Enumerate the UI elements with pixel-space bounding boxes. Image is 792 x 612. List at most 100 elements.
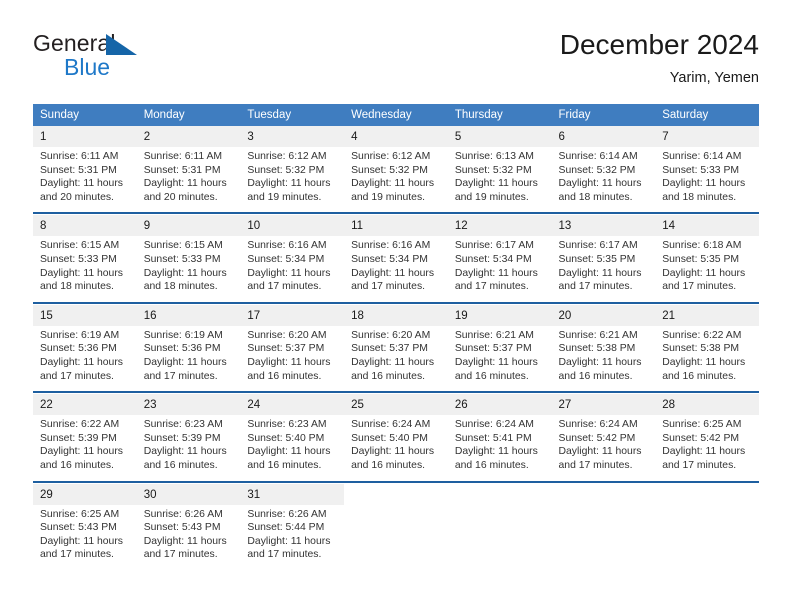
day-number-cell[interactable]: 26 <box>447 394 552 416</box>
daylight-text-line2: and 18 minutes. <box>662 191 737 203</box>
day-detail-cell: Sunrise: 6:25 AM Sunset: 5:42 PM Daylight:… <box>655 415 759 481</box>
sunrise-text: Sunrise: 6:21 AM <box>558 329 638 341</box>
day-detail-cell: Sunrise: 6:12 AM Sunset: 5:32 PM Daylight:… <box>240 147 344 213</box>
title-block: December 2024 Yarim, Yemen <box>560 28 759 88</box>
day-number-cell[interactable]: 15 <box>33 304 137 326</box>
sunset-text: Sunset: 5:38 PM <box>558 343 636 355</box>
day-detail-cell: Sunrise: 6:12 AM Sunset: 5:32 PM Daylight:… <box>344 147 448 213</box>
sunrise-text: Sunrise: 6:24 AM <box>351 419 431 431</box>
day-detail-cell: Sunrise: 6:22 AM Sunset: 5:39 PM Daylight:… <box>33 415 137 481</box>
sunrise-text: Sunrise: 6:17 AM <box>454 240 534 252</box>
daylight-text-line1: Daylight: 11 hours <box>143 178 227 190</box>
daylight-text-line2: and 16 minutes. <box>40 459 114 471</box>
day-number-cell[interactable]: 3 <box>240 126 345 147</box>
day-number-cell[interactable]: 13 <box>551 215 656 237</box>
daylight-text-line1: Daylight: 11 hours <box>351 267 435 279</box>
calendar-page: General Blue December 2024 Yarim, Yemen … <box>0 0 792 612</box>
sunset-text: Sunset: 5:37 PM <box>351 343 428 355</box>
sunset-text: Sunset: 5:42 PM <box>662 432 740 444</box>
day-number-cell[interactable]: 31 <box>240 483 345 505</box>
day-number-cell[interactable]: 7 <box>655 126 759 147</box>
daylight-text-line1: Daylight: 11 hours <box>558 446 642 458</box>
day-detail-empty <box>447 504 552 571</box>
day-number-cell[interactable]: 18 <box>344 304 448 326</box>
sunrise-text: Sunrise: 6:16 AM <box>351 240 431 252</box>
sunrise-text: Sunrise: 6:25 AM <box>40 508 120 520</box>
daylight-text-line2: and 17 minutes. <box>662 459 737 471</box>
daylight-text-line2: and 16 minutes. <box>454 459 529 471</box>
day-number-cell[interactable]: 29 <box>33 483 137 505</box>
day-number-cell[interactable]: 11 <box>344 215 448 237</box>
weekday-header-monday: Monday <box>136 104 241 126</box>
weekday-header-thursday: Thursday <box>447 104 552 126</box>
day-detail-cell: Sunrise: 6:24 AM Sunset: 5:41 PM Daylight:… <box>448 415 552 481</box>
day-number-cell[interactable]: 1 <box>33 126 137 147</box>
day-number-cell[interactable]: 20 <box>551 304 656 326</box>
sunset-text: Sunset: 5:32 PM <box>454 164 532 176</box>
daylight-text-line1: Daylight: 11 hours <box>351 446 435 458</box>
day-number-cell[interactable]: 30 <box>136 483 241 505</box>
daylight-text-line2: and 17 minutes. <box>351 281 426 293</box>
daylight-text-line2: and 18 minutes. <box>143 281 218 293</box>
sunset-text: Sunset: 5:37 PM <box>247 343 325 355</box>
daylight-text-line1: Daylight: 11 hours <box>558 356 642 368</box>
day-number-cell[interactable]: 2 <box>136 126 241 147</box>
sunrise-text: Sunrise: 6:21 AM <box>454 329 534 341</box>
daylight-text-line2: and 17 minutes. <box>143 549 218 561</box>
day-number-cell[interactable]: 9 <box>136 215 241 237</box>
daylight-text-line2: and 19 minutes. <box>351 191 426 203</box>
sunrise-text: Sunrise: 6:18 AM <box>662 240 742 252</box>
daylight-text-line1: Daylight: 11 hours <box>247 356 331 368</box>
daylight-text-line2: and 18 minutes. <box>40 281 114 293</box>
day-number-cell[interactable]: 21 <box>655 304 759 326</box>
blue-triangle-icon <box>106 34 137 55</box>
day-detail-empty <box>551 504 656 571</box>
day-number-cell[interactable]: 14 <box>655 215 759 237</box>
day-detail-cell: Sunrise: 6:25 AM Sunset: 5:43 PM Daylight:… <box>33 505 137 571</box>
daylight-text-line1: Daylight: 11 hours <box>454 267 538 279</box>
sunrise-text: Sunrise: 6:19 AM <box>40 329 120 341</box>
sunrise-text: Sunrise: 6:14 AM <box>662 151 742 162</box>
day-detail-empty <box>655 504 759 571</box>
sunset-text: Sunset: 5:40 PM <box>247 432 325 444</box>
sunrise-text: Sunrise: 6:19 AM <box>143 329 223 341</box>
day-number-cell[interactable]: 24 <box>240 394 345 416</box>
day-number-cell[interactable]: 23 <box>136 394 241 416</box>
daylight-text-line1: Daylight: 11 hours <box>40 535 123 547</box>
day-number-cell[interactable]: 17 <box>240 304 345 326</box>
day-number-cell[interactable]: 8 <box>33 215 137 237</box>
day-number-cell[interactable]: 10 <box>240 215 345 237</box>
daylight-text-line2: and 17 minutes. <box>558 459 633 471</box>
day-detail-cell: Sunrise: 6:21 AM Sunset: 5:37 PM Daylight:… <box>448 326 552 392</box>
day-number-cell[interactable]: 12 <box>447 215 552 237</box>
calendar-body: 1 2 3 4 5 6 7 Sunrise: 6:11 AM Sunset: 5:31 PM Da… <box>33 126 759 571</box>
day-detail-cell: Sunrise: 6:16 AM Sunset: 5:34 PM Daylight:… <box>240 236 344 302</box>
sunset-text: Sunset: 5:42 PM <box>558 432 636 444</box>
daylight-text-line2: and 16 minutes. <box>351 370 426 382</box>
day-number-cell[interactable]: 4 <box>344 126 448 147</box>
weekday-header-saturday: Saturday <box>655 104 759 126</box>
day-number-cell[interactable]: 28 <box>655 394 759 416</box>
general-blue-logo[interactable]: General Blue <box>33 28 233 86</box>
sunrise-text: Sunrise: 6:17 AM <box>558 240 638 252</box>
sunset-text: Sunset: 5:41 PM <box>454 432 532 444</box>
day-detail-cell: Sunrise: 6:20 AM Sunset: 5:37 PM Daylight:… <box>240 326 344 392</box>
daylight-text-line1: Daylight: 11 hours <box>143 356 227 368</box>
day-number-cell[interactable]: 27 <box>551 394 656 416</box>
daylight-text-line2: and 16 minutes. <box>454 370 529 382</box>
day-detail-cell: Sunrise: 6:23 AM Sunset: 5:40 PM Daylight:… <box>240 415 344 481</box>
day-detail-cell: Sunrise: 6:19 AM Sunset: 5:36 PM Daylight:… <box>33 326 137 392</box>
day-number-cell[interactable]: 25 <box>344 394 448 416</box>
day-detail-cell: Sunrise: 6:16 AM Sunset: 5:34 PM Daylight:… <box>344 236 448 302</box>
day-number-cell[interactable]: 6 <box>551 126 656 147</box>
day-detail-cell: Sunrise: 6:15 AM Sunset: 5:33 PM Daylight:… <box>137 236 241 302</box>
day-detail-cell: Sunrise: 6:14 AM Sunset: 5:32 PM Daylight:… <box>552 147 656 213</box>
day-number-cell[interactable]: 5 <box>447 126 552 147</box>
day-number-cell[interactable]: 22 <box>33 394 137 416</box>
day-number-cell[interactable]: 16 <box>136 304 241 326</box>
day-number-empty <box>655 483 759 505</box>
day-number-cell[interactable]: 19 <box>447 304 552 326</box>
daylight-text-line2: and 17 minutes. <box>247 549 322 561</box>
daylight-text-line1: Daylight: 11 hours <box>40 178 123 190</box>
sunset-text: Sunset: 5:35 PM <box>662 253 740 265</box>
